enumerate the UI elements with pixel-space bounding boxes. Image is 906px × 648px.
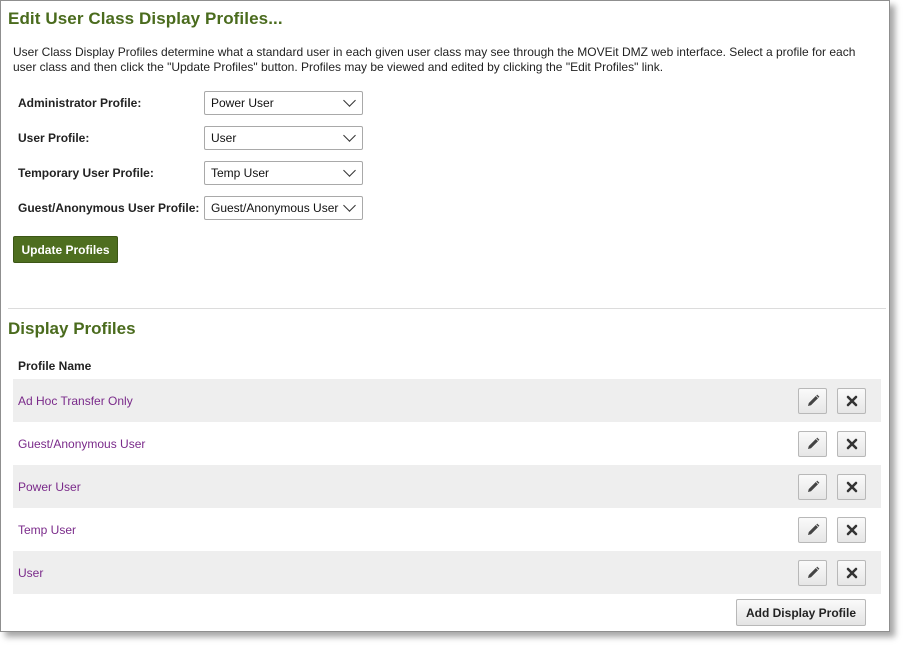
form-row-guest-anonymous: Guest/Anonymous User Profile: Guest/Anon…	[18, 195, 363, 221]
page-title: Edit User Class Display Profiles...	[8, 9, 283, 28]
profile-name-column-header: Profile Name	[18, 359, 92, 373]
delete-profile-button[interactable]	[837, 516, 866, 543]
user-profile-select[interactable]: User	[204, 126, 363, 150]
profile-link[interactable]: Power User	[18, 480, 81, 494]
x-icon	[846, 481, 857, 492]
update-profiles-button[interactable]: Update Profiles	[13, 236, 118, 263]
form-row-administrator: Administrator Profile: Power User	[18, 90, 363, 116]
temporary-user-profile-value: Temp User	[211, 166, 270, 180]
row-actions	[798, 473, 866, 500]
guest-anonymous-profile-value: Guest/Anonymous User	[211, 201, 339, 215]
pencil-icon	[807, 437, 819, 449]
edit-profile-button[interactable]	[798, 473, 827, 500]
page-description: User Class Display Profiles determine wh…	[13, 45, 856, 74]
edit-profiles-panel: Edit User Class Display Profiles... User…	[0, 0, 890, 632]
row-actions	[798, 430, 866, 457]
pencil-icon	[807, 566, 819, 578]
delete-profile-button[interactable]	[837, 387, 866, 414]
delete-profile-button[interactable]	[837, 473, 866, 500]
delete-profile-button[interactable]	[837, 559, 866, 586]
chevron-down-icon	[343, 199, 356, 212]
form-row-temporary-user: Temporary User Profile: Temp User	[18, 160, 363, 186]
user-profile-label: User Profile:	[18, 131, 90, 145]
x-icon	[846, 524, 857, 535]
temporary-user-profile-label: Temporary User Profile:	[18, 166, 154, 180]
table-row: Guest/Anonymous User	[13, 422, 881, 465]
administrator-profile-select[interactable]: Power User	[204, 91, 363, 115]
pencil-icon	[807, 523, 819, 535]
display-profiles-table: Ad Hoc Transfer Only Guest/Anonymous Use…	[13, 379, 881, 594]
display-profiles-title: Display Profiles	[8, 319, 136, 338]
table-row: Power User	[13, 465, 881, 508]
edit-profile-button[interactable]	[798, 559, 827, 586]
section-divider	[8, 308, 886, 309]
x-icon	[846, 438, 857, 449]
pencil-icon	[807, 480, 819, 492]
profile-link[interactable]: Ad Hoc Transfer Only	[18, 394, 133, 408]
profile-link[interactable]: Guest/Anonymous User	[18, 437, 145, 451]
pencil-icon	[807, 394, 819, 406]
guest-anonymous-profile-select[interactable]: Guest/Anonymous User	[204, 196, 363, 220]
add-display-profile-button[interactable]: Add Display Profile	[736, 599, 866, 626]
x-icon	[846, 567, 857, 578]
edit-profile-button[interactable]	[798, 387, 827, 414]
table-row: Temp User	[13, 508, 881, 551]
delete-profile-button[interactable]	[837, 430, 866, 457]
form-row-user: User Profile: User	[18, 125, 363, 151]
row-actions	[798, 516, 866, 543]
row-actions	[798, 387, 866, 414]
edit-profile-button[interactable]	[798, 516, 827, 543]
temporary-user-profile-select[interactable]: Temp User	[204, 161, 363, 185]
profile-link[interactable]: User	[18, 566, 43, 580]
administrator-profile-label: Administrator Profile:	[18, 96, 142, 110]
edit-profile-button[interactable]	[798, 430, 827, 457]
chevron-down-icon	[343, 164, 356, 177]
guest-anonymous-profile-label: Guest/Anonymous User Profile:	[18, 201, 200, 215]
administrator-profile-value: Power User	[211, 96, 274, 110]
table-row: User	[13, 551, 881, 594]
user-profile-value: User	[211, 131, 237, 145]
table-row: Ad Hoc Transfer Only	[13, 379, 881, 422]
profile-link[interactable]: Temp User	[18, 523, 76, 537]
chevron-down-icon	[343, 129, 356, 142]
row-actions	[798, 559, 866, 586]
chevron-down-icon	[343, 94, 356, 107]
x-icon	[846, 395, 857, 406]
